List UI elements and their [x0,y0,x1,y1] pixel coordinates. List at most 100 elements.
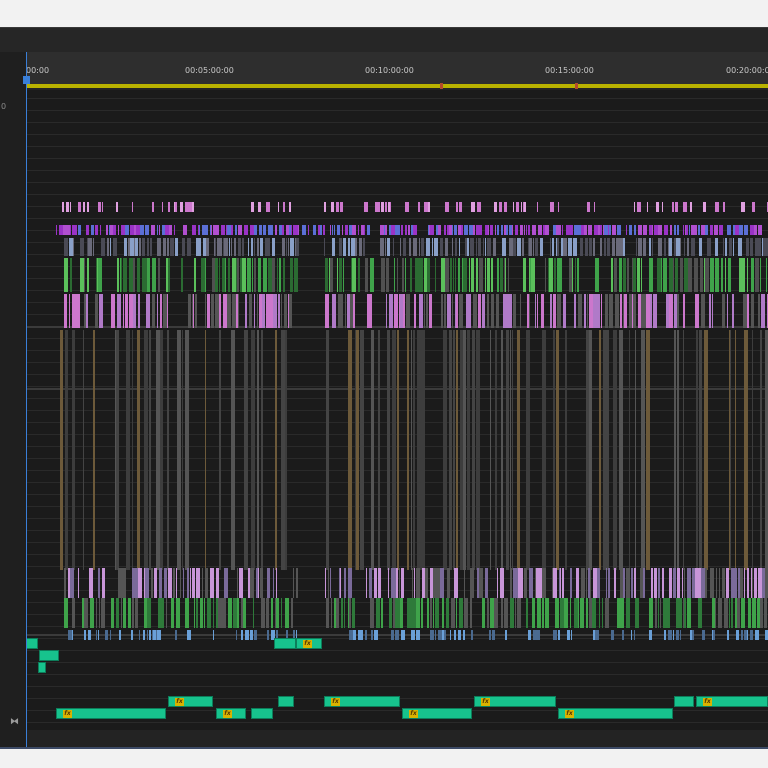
audio-clip[interactable] [278,696,294,707]
video-clip-fragment[interactable] [550,238,551,256]
video-clip-fragment[interactable] [669,238,672,256]
video-clip-fragment[interactable] [339,258,342,292]
video-clip-fragment[interactable] [231,330,235,570]
video-clip-fragment[interactable] [205,294,206,328]
video-clip-fragment[interactable] [298,225,299,235]
video-clip-fragment[interactable] [691,238,695,256]
video-clip-fragment[interactable] [714,225,718,235]
video-clip-fragment[interactable] [450,630,451,640]
video-clip-fragment[interactable] [159,568,162,598]
video-clip-fragment[interactable] [524,225,525,235]
video-clip-fragment[interactable] [224,568,228,598]
video-clip-fragment[interactable] [684,568,685,598]
video-clip-fragment[interactable] [580,238,583,256]
video-clip-fragment[interactable] [589,202,590,212]
video-clip-fragment[interactable] [401,225,403,235]
video-clip-fragment[interactable] [452,294,453,328]
video-clip-fragment[interactable] [622,630,624,640]
video-clip-fragment[interactable] [500,568,504,598]
video-clip-fragment[interactable] [687,598,691,628]
video-clip-fragment[interactable] [173,568,175,598]
video-clip-fragment[interactable] [531,258,535,292]
video-clip-fragment[interactable] [550,202,554,212]
video-clip-fragment[interactable] [649,258,653,292]
video-clip-fragment[interactable] [62,202,64,212]
video-clip-fragment[interactable] [482,598,485,628]
video-clip-fragment[interactable] [98,630,99,640]
video-clip-fragment[interactable] [124,238,127,256]
video-clip-fragment[interactable] [535,294,536,328]
video-clip-fragment[interactable] [365,630,367,640]
video-clip-fragment[interactable] [607,238,610,256]
video-clip-fragment[interactable] [617,225,621,235]
video-clip-fragment[interactable] [609,294,613,328]
video-clip-fragment[interactable] [729,238,732,256]
video-clip-fragment[interactable] [170,568,172,598]
video-clip-fragment[interactable] [741,202,745,212]
video-clip-fragment[interactable] [257,294,258,328]
video-clip-fragment[interactable] [614,330,617,570]
video-clip-fragment[interactable] [673,258,674,292]
video-clip-fragment[interactable] [480,225,482,235]
video-clip-fragment[interactable] [699,330,702,570]
video-clip-fragment[interactable] [84,630,86,640]
video-clip-fragment[interactable] [713,630,715,640]
video-clip-fragment[interactable] [91,225,94,235]
video-clip-fragment[interactable] [427,568,428,598]
video-clip-fragment[interactable] [326,598,329,628]
video-clip-fragment[interactable] [70,258,72,292]
video-clip-fragment[interactable] [139,630,140,640]
video-clip-fragment[interactable] [595,258,599,292]
video-clip-fragment[interactable] [278,202,279,212]
video-clip-fragment[interactable] [188,294,191,328]
video-clip-fragment[interactable] [607,330,609,570]
video-clip-fragment[interactable] [604,238,606,256]
video-clip-fragment[interactable] [369,568,372,598]
video-clip-fragment[interactable] [456,330,458,570]
video-clip-fragment[interactable] [470,238,474,256]
video-clip-fragment[interactable] [600,225,602,235]
video-clip-fragment[interactable] [626,568,630,598]
video-clip-fragment[interactable] [637,598,639,628]
video-clip-fragment[interactable] [722,294,725,328]
video-clip-fragment[interactable] [336,598,339,628]
video-clip-fragment[interactable] [290,238,294,256]
video-clip-fragment[interactable] [285,598,289,628]
video-clip-fragment[interactable] [612,225,616,235]
video-clip-fragment[interactable] [340,294,343,328]
video-clip-fragment[interactable] [86,294,88,328]
video-clip-fragment[interactable] [394,294,398,328]
video-clip-fragment[interactable] [263,225,266,235]
audio-clip[interactable]: fx [696,696,768,707]
video-clip-fragment[interactable] [289,202,291,212]
video-clip-fragment[interactable] [680,630,681,640]
video-clip-fragment[interactable] [93,238,94,256]
video-clip-fragment[interactable] [487,598,489,628]
video-clip-fragment[interactable] [430,630,434,640]
video-clip-fragment[interactable] [494,202,497,212]
video-clip-fragment[interactable] [69,294,70,328]
video-clip-fragment[interactable] [635,330,636,570]
time-ruler[interactable]: 00:00 00:05:00:00 00:10:00:00 00:15:00:0… [26,52,768,84]
video-clip-fragment[interactable] [263,258,267,292]
video-clip-fragment[interactable] [602,598,603,628]
video-clip-fragment[interactable] [567,630,570,640]
video-clip-fragment[interactable] [434,238,438,256]
video-clip-fragment[interactable] [135,598,138,628]
audio-clip[interactable] [274,638,296,649]
video-clip-fragment[interactable] [634,568,636,598]
video-clip-fragment[interactable] [107,238,109,256]
video-clip-fragment[interactable] [490,225,493,235]
video-clip-fragment[interactable] [267,630,269,640]
video-clip-fragment[interactable] [89,630,91,640]
video-clip-fragment[interactable] [132,202,133,212]
video-clip-fragment[interactable] [275,330,277,570]
video-clip-fragment[interactable] [202,568,203,598]
video-clip-fragment[interactable] [461,225,463,235]
video-clip-fragment[interactable] [435,630,436,640]
video-clip-fragment[interactable] [643,568,645,598]
video-clip-fragment[interactable] [395,630,399,640]
video-clip-fragment[interactable] [387,238,390,256]
video-clip-fragment[interactable] [738,238,742,256]
video-clip-fragment[interactable] [449,330,452,570]
